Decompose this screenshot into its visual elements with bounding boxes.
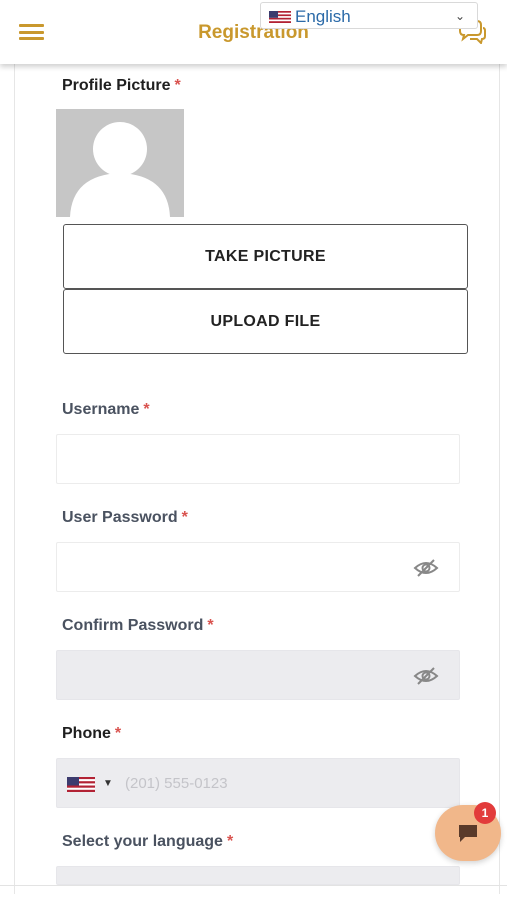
upload-file-button[interactable]: UPLOAD FILE bbox=[63, 289, 468, 354]
phone-input[interactable]: ▼ (201) 555-0123 bbox=[56, 758, 460, 808]
username-input[interactable] bbox=[56, 434, 460, 484]
country-dropdown-caret-icon[interactable]: ▼ bbox=[103, 778, 113, 789]
phone-label: Phone * bbox=[62, 725, 122, 742]
language-select-field[interactable] bbox=[56, 866, 460, 885]
user-password-label: User Password * bbox=[62, 509, 188, 526]
language-select[interactable]: English ⌄ bbox=[260, 2, 478, 29]
phone-placeholder: (201) 555-0123 bbox=[125, 775, 228, 792]
divider bbox=[0, 885, 507, 886]
us-flag-icon bbox=[269, 11, 291, 23]
eye-slash-icon[interactable] bbox=[413, 666, 439, 686]
chevron-down-icon: ⌄ bbox=[454, 9, 465, 23]
user-silhouette-icon bbox=[70, 122, 170, 217]
chat-bubble-icon bbox=[459, 825, 477, 842]
take-picture-button[interactable]: TAKE PICTURE bbox=[63, 224, 468, 289]
notification-badge: 1 bbox=[474, 802, 496, 824]
eye-slash-icon[interactable] bbox=[413, 558, 439, 578]
username-label: Username * bbox=[62, 401, 150, 418]
confirm-password-input[interactable] bbox=[56, 650, 460, 700]
confirm-password-label: Confirm Password * bbox=[62, 617, 214, 634]
user-password-input[interactable] bbox=[56, 542, 460, 592]
profile-picture-label: Profile Picture * bbox=[62, 77, 181, 94]
select-language-label: Select your language * bbox=[62, 833, 234, 850]
us-flag-icon[interactable] bbox=[67, 777, 95, 792]
avatar-placeholder bbox=[56, 109, 184, 217]
language-select-value: English bbox=[295, 7, 351, 26]
